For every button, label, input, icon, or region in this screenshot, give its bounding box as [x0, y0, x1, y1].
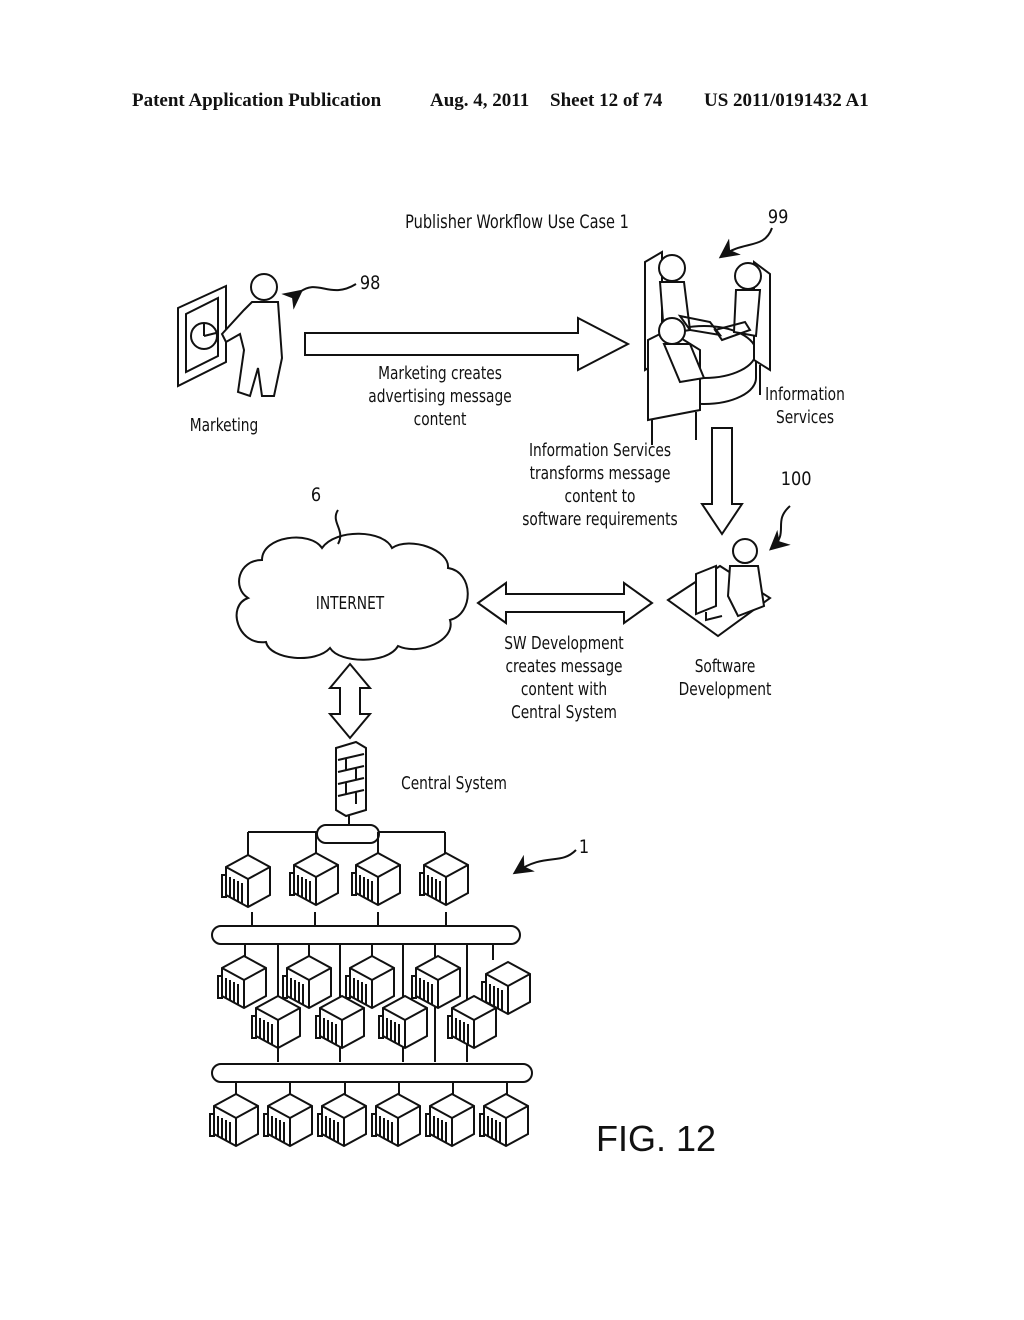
ref-100-leader: [769, 505, 791, 551]
ref-1: 1: [578, 836, 590, 858]
edge-label-line: Marketing creates: [378, 363, 502, 384]
edge-label-line: Central System: [511, 702, 617, 723]
ref-100: 100: [780, 468, 812, 490]
software-development-label: Software Development: [670, 655, 781, 701]
ref-98-leader: [281, 283, 357, 310]
edge-label-line: advertising message: [368, 386, 512, 407]
meeting-table-icon: [644, 250, 771, 445]
label-line: Software: [694, 656, 756, 677]
arrow-internet-software-development: [476, 581, 654, 625]
label-line: Development: [678, 679, 772, 700]
marketing-edge-label: Marketing creates advertising message co…: [355, 362, 525, 431]
developer-workstation-icon: [666, 538, 772, 638]
label-line: Information: [765, 384, 845, 405]
firewall-icon: [335, 740, 367, 826]
label-line: Services: [775, 407, 835, 428]
edge-label-line: content with: [520, 679, 608, 700]
internet-label: INTERNET: [315, 593, 385, 614]
is-edge-label: Information Services transforms message …: [507, 439, 694, 531]
ref-6: 6: [310, 484, 322, 506]
edge-label-line: content to: [564, 486, 636, 507]
central-system-network: [209, 824, 533, 1147]
sw-edge-label: SW Development creates message content w…: [479, 632, 649, 724]
ref-99-leader: [718, 227, 773, 259]
edge-label-line: content: [413, 409, 467, 430]
arrow-information-services-to-software-development: [700, 427, 744, 536]
information-services-label: Information Services: [754, 383, 856, 429]
central-system-label: Central System: [401, 773, 507, 794]
edge-label-line: Information Services: [528, 440, 672, 461]
figure-label: FIG. 12: [596, 1118, 717, 1159]
ref-99: 99: [767, 206, 789, 228]
presenter-icon: [177, 273, 284, 398]
edge-label-line: software requirements: [522, 509, 678, 530]
marketing-label: Marketing: [189, 415, 259, 436]
edge-label-line: creates message: [505, 656, 623, 677]
diagram-title: Publisher Workflow Use Case 1: [405, 211, 629, 233]
edge-label-line: transforms message: [529, 463, 671, 484]
ref-1-leader: [512, 849, 577, 875]
ref-98: 98: [359, 272, 381, 294]
edge-label-line: SW Development: [504, 633, 624, 654]
arrow-internet-central-system: [327, 662, 373, 740]
